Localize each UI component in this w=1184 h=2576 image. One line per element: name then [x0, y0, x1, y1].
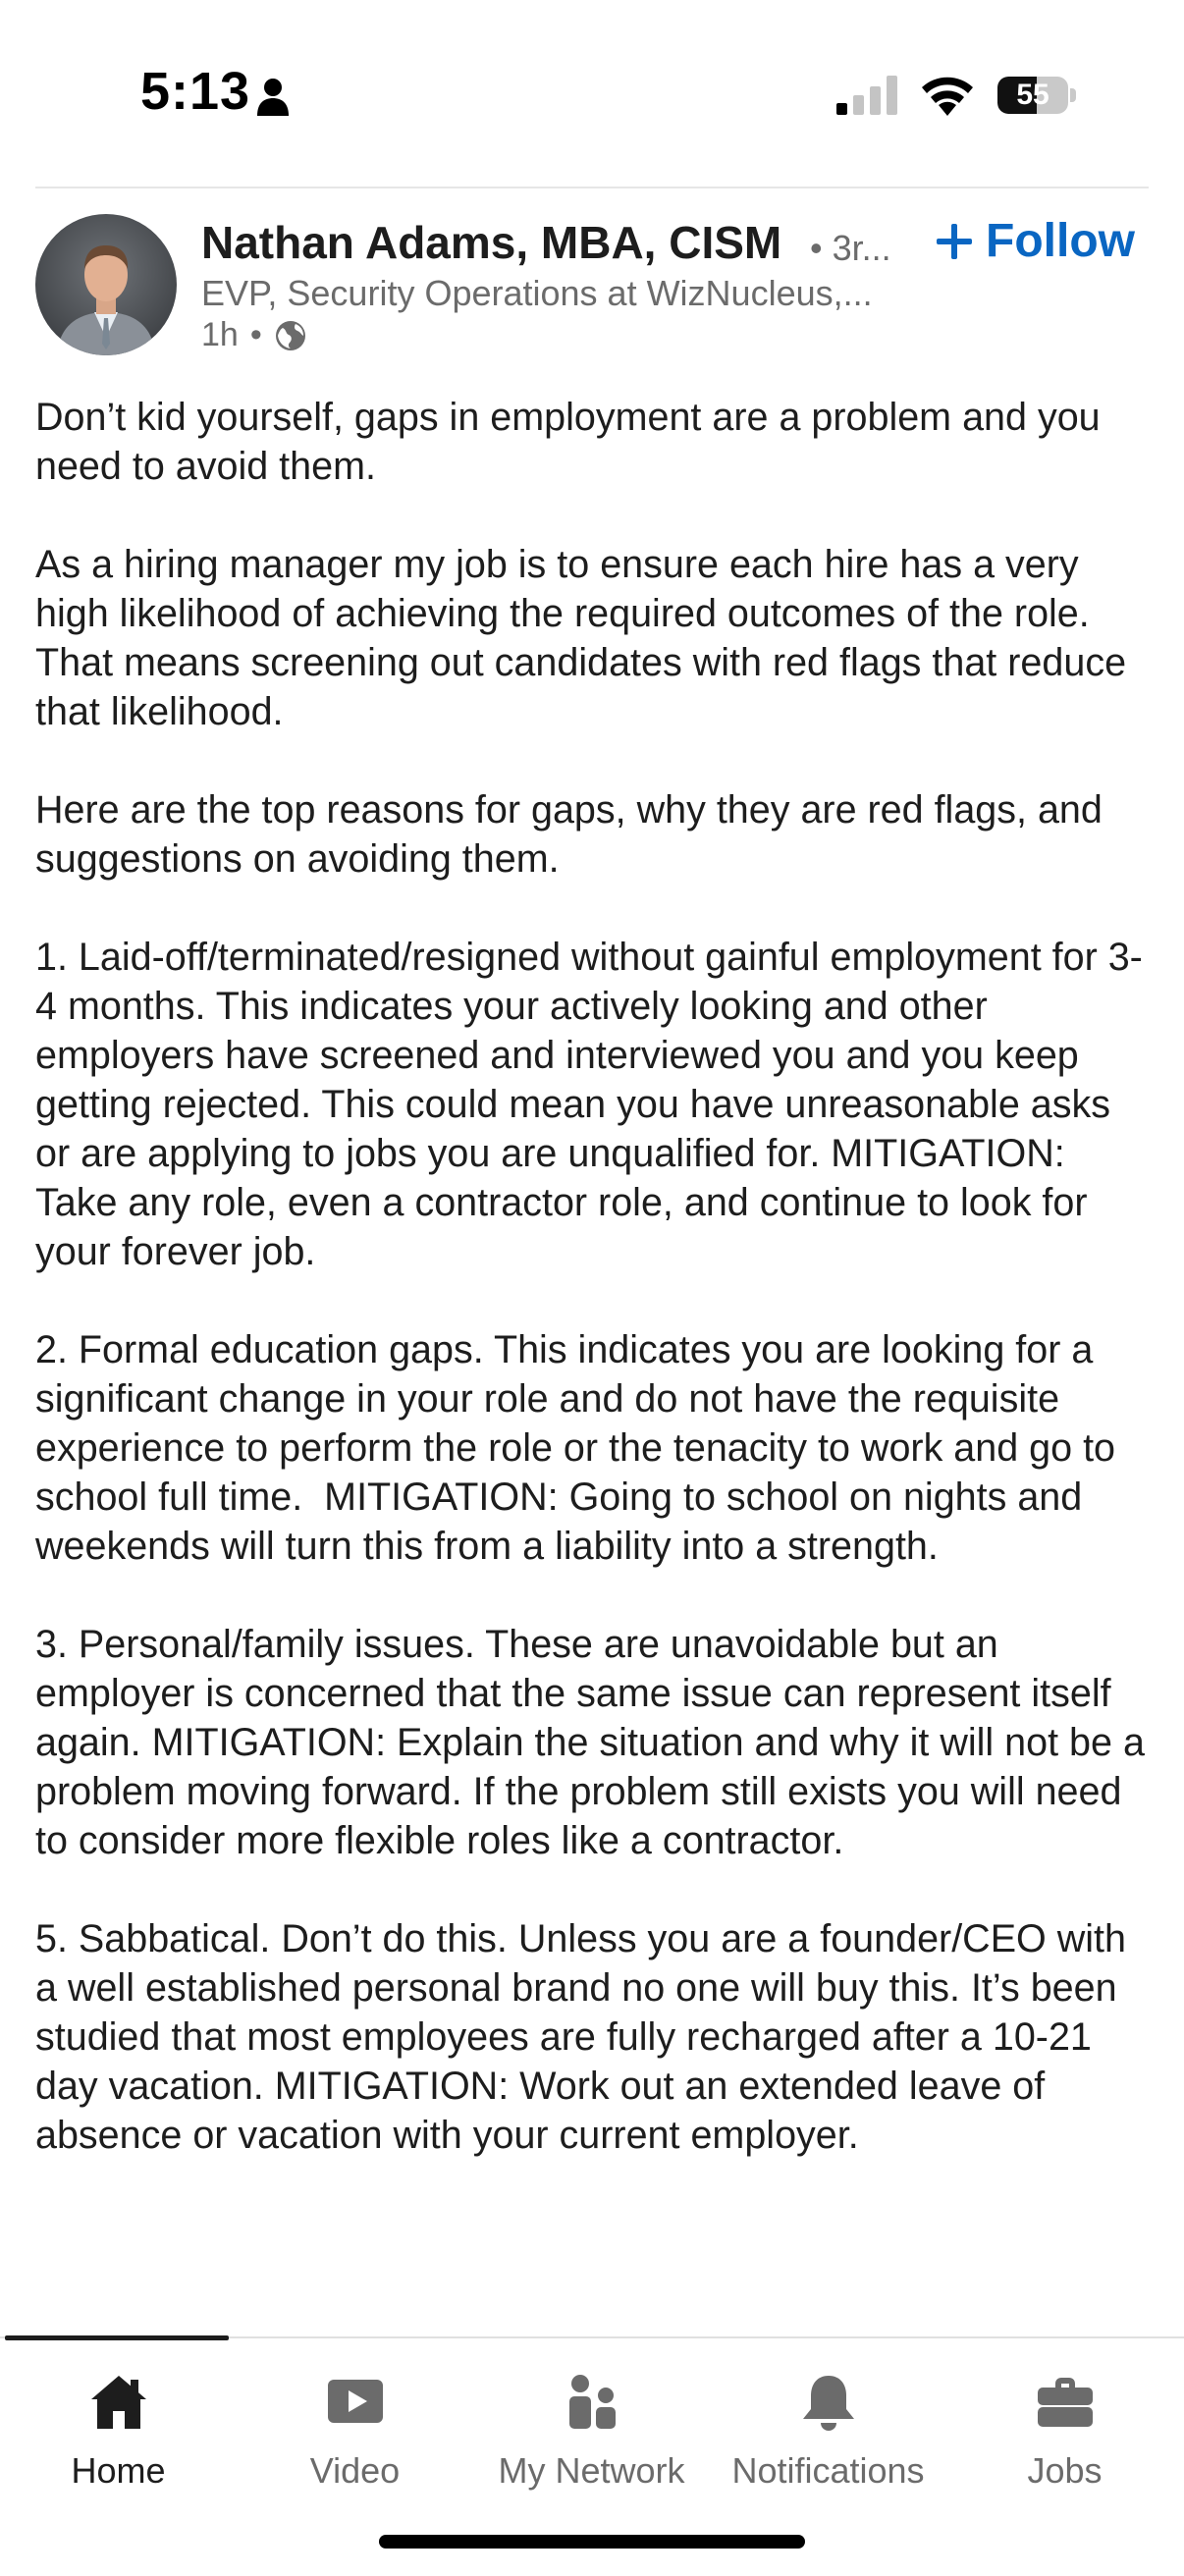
- status-bar: 5:13 55: [0, 0, 1184, 187]
- nav-label-home: Home: [71, 2450, 166, 2491]
- briefcase-icon: [1037, 2378, 1093, 2427]
- video-icon: [327, 2380, 383, 2423]
- battery-percentage: 55: [1016, 79, 1049, 111]
- post-paragraph: Don’t kid yourself, gaps in employment a…: [35, 396, 1111, 488]
- nav-item-video[interactable]: Video: [237, 2358, 473, 2515]
- meta-separator: •: [249, 316, 262, 353]
- avatar-photo: [35, 214, 177, 355]
- home-icon: [90, 2376, 146, 2429]
- person-icon: [257, 79, 289, 116]
- nav-label-my-network: My Network: [498, 2450, 685, 2491]
- post-time: 1h: [201, 316, 239, 353]
- nav-item-home[interactable]: Home: [0, 2358, 237, 2515]
- cellular-signal-icon: [836, 76, 897, 115]
- connection-degree: • 3r...: [810, 228, 891, 268]
- post-paragraph: 5. Sabbatical. Don’t do this. Unless you…: [35, 1917, 1137, 2157]
- nav-label-video: Video: [309, 2450, 401, 2491]
- nav-item-my-network[interactable]: My Network: [473, 2358, 710, 2515]
- follow-label: Follow: [986, 215, 1135, 267]
- nav-label-jobs: Jobs: [1027, 2450, 1103, 2491]
- nav-item-jobs[interactable]: Jobs: [946, 2358, 1183, 2515]
- post-paragraph: 1. Laid-off/terminated/resigned without …: [35, 936, 1143, 1273]
- author-headline: EVP, Security Operations at WizNucleus,.…: [201, 273, 873, 313]
- nav-label-notifications: Notifications: [731, 2450, 925, 2491]
- active-tab-indicator: [5, 2335, 229, 2340]
- home-indicator: [379, 2535, 805, 2549]
- post-meta: 1h •: [201, 316, 307, 354]
- bell-icon: [802, 2376, 854, 2431]
- globe-icon: [275, 320, 305, 350]
- author-avatar[interactable]: [35, 214, 177, 355]
- post-paragraph: Here are the top reasons for gaps, why t…: [35, 788, 1113, 881]
- battery-icon: 55: [997, 77, 1076, 114]
- author-name[interactable]: Nathan Adams, MBA, CISM: [201, 216, 781, 269]
- status-indicators: 55: [836, 71, 1076, 120]
- nav-item-notifications[interactable]: Notifications: [710, 2358, 946, 2515]
- status-time: 5:13: [140, 62, 251, 121]
- post-paragraph: 3. Personal/family issues. These are una…: [35, 1623, 1156, 1862]
- network-icon: [568, 2375, 616, 2429]
- follow-button[interactable]: Follow: [935, 214, 1135, 268]
- header-divider: [35, 187, 1149, 188]
- post-body: Don’t kid yourself, gaps in employment a…: [35, 393, 1149, 2209]
- post-paragraph: As a hiring manager my job is to ensure …: [35, 543, 1138, 733]
- wifi-icon: [922, 77, 973, 116]
- plus-icon: [937, 223, 973, 259]
- post-paragraph: 2. Formal education gaps. This indicates…: [35, 1328, 1127, 1568]
